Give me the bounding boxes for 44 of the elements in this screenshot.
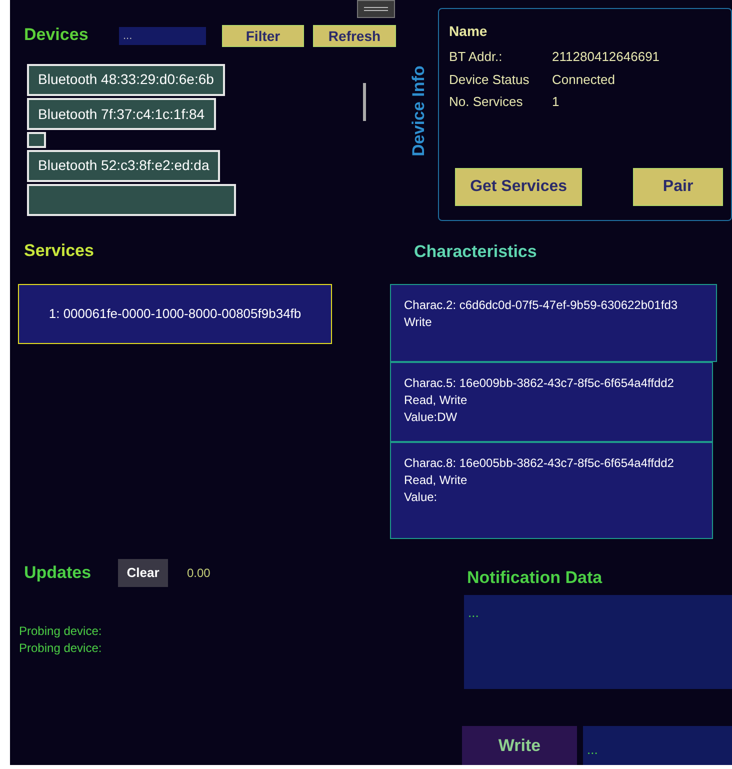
section-title: Devices [24, 24, 90, 46]
notification-field[interactable]: ... [464, 594, 732, 689]
characteristic-card[interactable]: Charac.5: 16e009bb-3862-43c7-8f5c-6f654a4ffdd2 Read, Write Value:DW [390, 362, 713, 442]
log-line: Probing device: [19, 640, 103, 657]
service-item[interactable]: 1: 000061fe-0000-1000-8000-00805f9b34fb [18, 284, 332, 344]
log-line: Probing device: [19, 623, 103, 640]
device-item[interactable]: Bluetooth 7f:37:c4:1c:1f:84 [27, 98, 216, 130]
panel-title: Device Info [408, 64, 428, 158]
device-item[interactable]: Bluetooth 52:c3:8f:e2:ed:da [27, 150, 220, 182]
field-value: 1 [552, 93, 560, 111]
device-item[interactable] [27, 132, 46, 148]
write-field[interactable]: ... [583, 726, 732, 765]
clear-button[interactable]: Clear [118, 559, 168, 587]
characteristic-card[interactable]: Charac.8: 16e005bb-3862-43c7-8f5c-6f654a4ffdd2 Read, Write Value: [390, 442, 713, 538]
field-label: Device Status [449, 70, 530, 88]
action-button[interactable]: Get Services [455, 168, 582, 206]
characteristic-text: Charac.5: 16e009bb-3862-43c7-8f5c-6f654a4ffdd2 [404, 374, 675, 392]
characteristic-text: Charac.8: 16e005bb-3862-43c7-8f5c-6f654a4ffdd2 [404, 454, 675, 472]
scrollbar-thumb[interactable] [363, 83, 366, 121]
field-label: BT Addr.: [449, 48, 504, 66]
counter-value: 0.00 [187, 565, 210, 582]
section-title: Updates [24, 562, 92, 584]
field-value: Connected [552, 70, 616, 88]
section-title: Notification Data [467, 567, 604, 589]
field-label: No. Services [449, 93, 524, 111]
grip-handle[interactable] [357, 0, 395, 18]
filter-field[interactable]: ... [119, 26, 206, 45]
section-title: Services [24, 240, 95, 262]
device-item[interactable] [27, 184, 236, 216]
characteristic-text: Read, Write [404, 392, 468, 408]
characteristic-card[interactable]: Charac.2: c6d6dc0d-07f5-47ef-9b59-630622b01fd3 Write [390, 284, 717, 362]
action-button[interactable]: Refresh [313, 25, 396, 48]
action-button[interactable]: Filter [222, 25, 304, 48]
action-button[interactable]: Pair [633, 168, 724, 206]
device-item[interactable]: Bluetooth 48:33:29:d0:6e:6b [27, 64, 225, 96]
characteristic-text: Value: [404, 488, 438, 506]
characteristic-text: Read, Write [404, 472, 468, 488]
field-value: 211280412646691 [552, 48, 661, 66]
characteristic-text: Charac.2: c6d6dc0d-07f5-47ef-9b59-630622b01fd3 [404, 296, 679, 314]
characteristic-text: Write [404, 314, 433, 330]
section-title: Characteristics [414, 241, 538, 263]
device-name: Name [449, 22, 488, 41]
write-button[interactable]: Write [462, 726, 577, 765]
characteristic-text: Value:DW [404, 408, 458, 426]
